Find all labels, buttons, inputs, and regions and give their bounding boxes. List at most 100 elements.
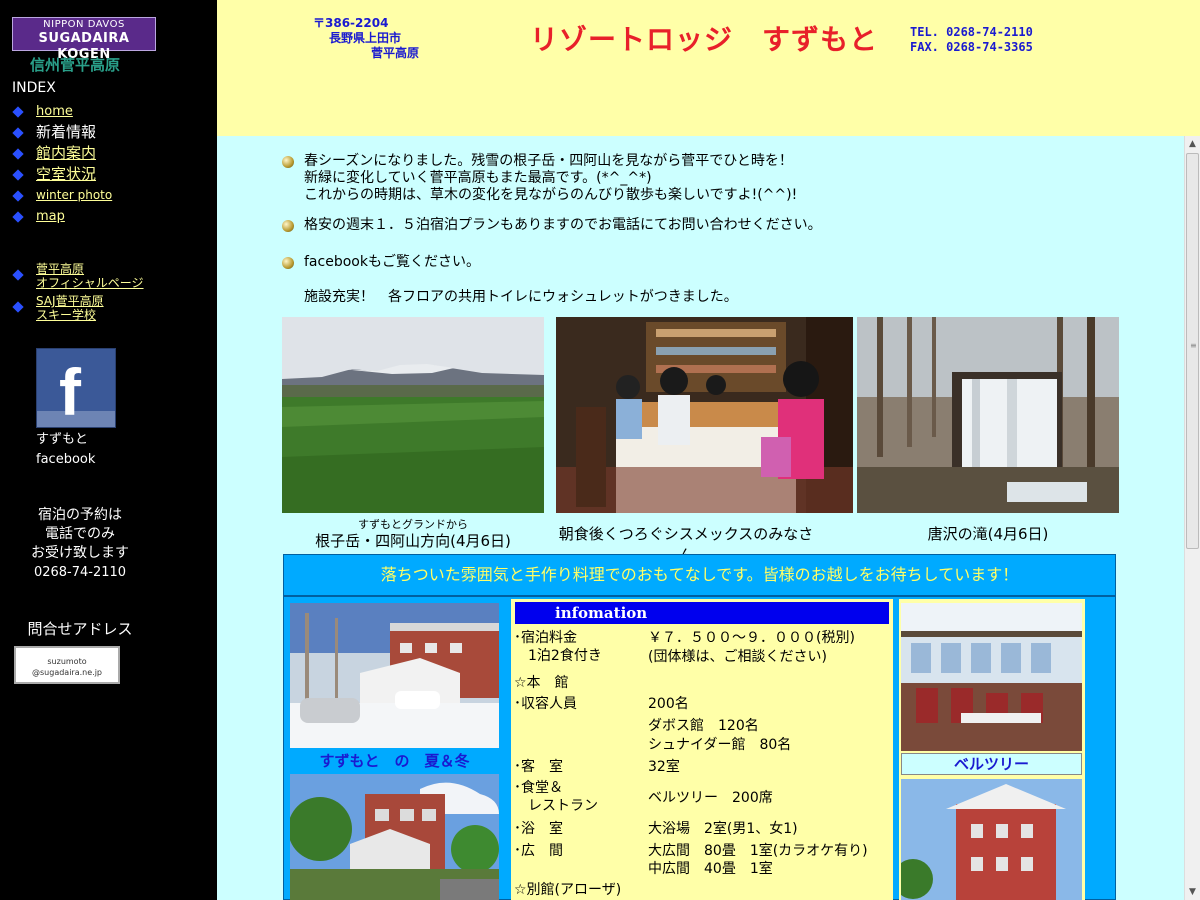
contact-email-badge[interactable]: suzumoto @sugadaira.ne.jp bbox=[14, 646, 120, 684]
photo-breakfast-guests[interactable] bbox=[556, 317, 853, 513]
nav-item-map[interactable]: map bbox=[12, 207, 112, 228]
ext-link-official[interactable]: 菅平高原 オフィシャルページ bbox=[12, 262, 144, 290]
nav-link-facility[interactable]: 館内案内 bbox=[36, 144, 96, 162]
ext-link-ski-school-line1[interactable]: SAJ菅平高原 bbox=[36, 294, 104, 308]
ext-link-official-line1[interactable]: 菅平高原 bbox=[36, 262, 84, 276]
photo-restaurant-image bbox=[901, 603, 1082, 751]
diamond-bullet-icon bbox=[12, 148, 24, 160]
nav-link-map[interactable]: map bbox=[36, 209, 65, 224]
facebook-label-line2: facebook bbox=[36, 452, 96, 467]
scroll-up-arrow-icon[interactable]: ▲ bbox=[1185, 136, 1200, 152]
nav-link-winter-photo[interactable]: winter photo bbox=[36, 188, 112, 202]
scroll-thumb[interactable]: ≡ bbox=[1186, 153, 1199, 549]
season-caption: すずもと の 夏＆冬 bbox=[319, 752, 470, 770]
diamond-bullet-icon bbox=[12, 211, 24, 223]
contact-heading: 問合せアドレス bbox=[27, 620, 133, 638]
gold-ball-bullet-icon bbox=[282, 257, 294, 269]
photo-mountain-meadow[interactable] bbox=[282, 317, 544, 513]
news-line: 春シーズンになりました。残雪の根子岳・四阿山を見ながら菅平でひと時を！ bbox=[304, 153, 793, 169]
info-value: ダボス館 120名 bbox=[648, 718, 759, 734]
ext-link-official-line2[interactable]: オフィシャルページ bbox=[36, 276, 144, 290]
photo-caption: 唐沢の滝(4月6日) bbox=[927, 525, 1049, 543]
nav-item-vacancy[interactable]: 空室状況 bbox=[12, 165, 112, 186]
nav-link-vacancy[interactable]: 空室状況 bbox=[36, 165, 96, 183]
photo-lodge-winter-image bbox=[290, 603, 499, 748]
facility-note: 施設充実！ 各フロアの共用トイレにウォシュレットがつきました。 bbox=[282, 289, 738, 306]
gold-ball-bullet-icon bbox=[282, 220, 294, 232]
news-item: 春シーズンになりました。残雪の根子岳・四阿山を見ながら菅平でひと時を！ 新緑に変… bbox=[282, 153, 797, 204]
fax-number: FAX. 0268-74-3365 bbox=[910, 40, 1033, 54]
nav-label-news: 新着情報 bbox=[36, 123, 97, 141]
info-label: ･収容人員 bbox=[514, 696, 577, 712]
sidebar: NIPPON DAVOS SUGADAIRA KOGEN 信州菅平高原 INDE… bbox=[0, 0, 217, 900]
header: 〒386-2204 長野県上田市 菅平高原 リゾートロッジ すずもと TEL. … bbox=[217, 0, 1200, 136]
news-line: 格安の週末１．５泊宿泊プランもありますのでお電話にてお問い合わせください。 bbox=[304, 217, 822, 233]
diamond-bullet-icon bbox=[12, 169, 24, 181]
facebook-icon[interactable]: f bbox=[36, 348, 116, 428]
bell-tree-caption: ベルツリー bbox=[901, 753, 1082, 775]
diamond-bullet-icon bbox=[12, 269, 24, 281]
contact-badge-line1: suzumoto bbox=[47, 657, 87, 666]
diamond-bullet-icon bbox=[12, 190, 24, 202]
info-label: ･食堂＆ bbox=[514, 780, 563, 796]
info-value: ￥７．５００～９．０００(税別) bbox=[648, 630, 855, 646]
news-line: これからの時期は、草木の変化を見ながらのんびり散歩も楽しいですよ!(^^)! bbox=[304, 187, 798, 203]
nav-item-facility[interactable]: 館内案内 bbox=[12, 144, 112, 165]
facebook-f-glyph: f bbox=[59, 355, 81, 429]
photo-mountain-meadow-image bbox=[282, 317, 544, 513]
info-label: ･宿泊料金 bbox=[514, 630, 577, 646]
reservation-note: 宿泊の予約は 電話でのみ お受け致します 0268-74-2110 bbox=[0, 506, 160, 582]
vertical-scrollbar[interactable]: ▲ ≡ ▼ bbox=[1184, 136, 1200, 900]
info-value: 大浴場 2室(男1、女1) bbox=[648, 821, 798, 837]
facebook-label-line1: すずもと bbox=[36, 432, 89, 447]
ext-link-ski-school-line2[interactable]: スキー学校 bbox=[36, 308, 96, 322]
news-line[interactable]: facebookもご覧ください。 bbox=[304, 254, 480, 271]
facebook-label[interactable]: すずもと facebook bbox=[36, 430, 95, 470]
ext-link-ski-school[interactable]: SAJ菅平高原 スキー学校 bbox=[12, 294, 144, 322]
index-heading: INDEX bbox=[12, 80, 56, 96]
postal-code: 〒386-2204 bbox=[313, 16, 389, 30]
diamond-bullet-icon bbox=[12, 301, 24, 313]
info-label: ･客 室 bbox=[514, 759, 563, 775]
news-text: 春シーズンになりました。残雪の根子岳・四阿山を見ながら菅平でひと時を！ 新緑に変… bbox=[304, 153, 797, 204]
info-label: ☆別館(アローザ) bbox=[514, 882, 622, 898]
photo-caption: 根子岳・四阿山方向(4月6日) bbox=[315, 532, 511, 550]
info-label: レストラン bbox=[514, 798, 598, 814]
address-line1: 長野県上田市 bbox=[329, 31, 402, 45]
info-value: 32室 bbox=[648, 759, 680, 775]
external-links: 菅平高原 オフィシャルページ SAJ菅平高原 スキー学校 bbox=[12, 262, 144, 326]
info-label: ☆本 館 bbox=[514, 675, 569, 691]
info-label: 1泊2食付き bbox=[514, 648, 602, 664]
info-label: ･浴 室 bbox=[514, 821, 563, 837]
info-value: (団体様は、ご相談ください) bbox=[648, 649, 827, 665]
reservation-line3: お受け致します bbox=[31, 545, 129, 561]
photo-annex-image bbox=[901, 779, 1082, 900]
photo-waterfall[interactable] bbox=[857, 317, 1119, 513]
welcome-banner: 落ちついた雰囲気と手作り料理でのおもてなしです。皆様のお越しをお待ちしています！ bbox=[283, 554, 1116, 596]
sugadaira-logo[interactable]: NIPPON DAVOS SUGADAIRA KOGEN bbox=[12, 17, 156, 62]
main-nav: home 新着情報 館内案内 空室状況 winter photo map bbox=[12, 102, 112, 228]
nav-link-home[interactable]: home bbox=[36, 104, 73, 119]
scroll-down-arrow-icon[interactable]: ▼ bbox=[1185, 884, 1200, 900]
info-heading: infomation bbox=[515, 602, 889, 624]
photo-annex[interactable] bbox=[901, 779, 1082, 900]
address-block: 〒386-2204 長野県上田市 菅平高原 bbox=[313, 16, 419, 61]
reservation-line1: 宿泊の予約は bbox=[38, 507, 122, 523]
contact-numbers: TEL. 0268-74-2110 FAX. 0268-74-3365 bbox=[910, 25, 1033, 55]
photo-breakfast-guests-image bbox=[556, 317, 853, 513]
info-value: 200名 bbox=[648, 696, 689, 712]
gold-ball-bullet-icon bbox=[282, 156, 294, 168]
scroll-grip-icon: ≡ bbox=[1190, 341, 1197, 350]
info-value: ベルツリー 200席 bbox=[648, 790, 773, 806]
nav-item-home[interactable]: home bbox=[12, 102, 112, 123]
photo-lodge-summer[interactable] bbox=[290, 774, 499, 900]
reservation-line2: 電話でのみ bbox=[45, 526, 115, 542]
info-label: ･広 間 bbox=[514, 843, 563, 859]
photo-restaurant[interactable] bbox=[901, 603, 1082, 751]
photo-lodge-winter[interactable] bbox=[290, 603, 499, 748]
contact-badge-line2: @sugadaira.ne.jp bbox=[32, 668, 102, 677]
diamond-bullet-icon bbox=[12, 106, 24, 118]
diamond-bullet-icon bbox=[12, 127, 24, 139]
main-content: 春シーズンになりました。残雪の根子岳・四阿山を見ながら菅平でひと時を！ 新緑に変… bbox=[217, 136, 1184, 900]
nav-item-winter-photo[interactable]: winter photo bbox=[12, 186, 112, 207]
